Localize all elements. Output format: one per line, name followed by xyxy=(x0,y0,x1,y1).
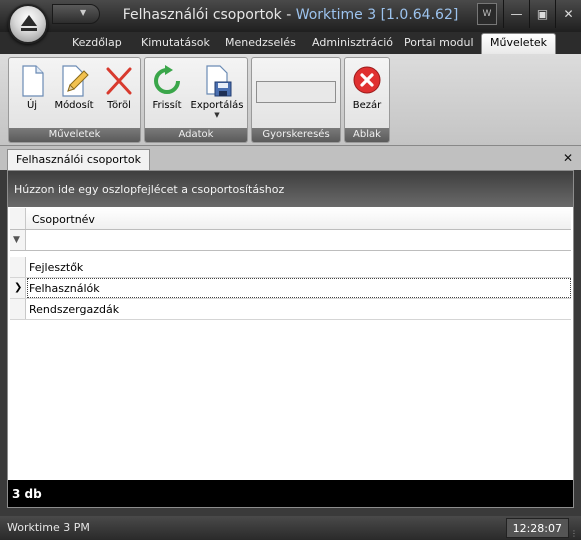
ribbon-group-adatok: Frissít Exportálás ▼ Adatok xyxy=(144,57,248,143)
new-button-label: Új xyxy=(26,100,38,111)
tab-adminisztracio[interactable]: Adminisztráció xyxy=(312,36,393,54)
row-indicator: ❯ xyxy=(10,278,26,298)
refresh-button[interactable]: Frissít xyxy=(149,60,185,128)
delete-button-label: Töröl xyxy=(107,100,131,111)
tab-menedzseles[interactable]: Menedzselés xyxy=(225,36,296,54)
document-content: Húzzon ide egy oszlopfejlécet a csoporto… xyxy=(7,170,574,508)
status-clock: 12:28:07 xyxy=(505,518,569,538)
eject-icon xyxy=(21,15,37,26)
ribbon-group-ablak: Bezár Ablak xyxy=(344,57,390,143)
close-icon[interactable]: ✕ xyxy=(563,151,573,165)
maximize-button[interactable]: ▣ xyxy=(529,0,555,28)
resize-grip-icon[interactable]: ⋮ xyxy=(570,529,579,538)
eject-bar xyxy=(21,28,37,31)
focus-rectangle xyxy=(27,278,571,298)
tab-kezdolap[interactable]: Kezdőlap xyxy=(72,36,122,54)
close-button-label: Bezár xyxy=(352,100,382,111)
grid-summary: 3 db xyxy=(8,480,573,507)
close-circle-icon xyxy=(351,64,383,98)
document-tab[interactable]: Felhasználói csoportok xyxy=(7,149,150,170)
ribbon: Új Módosít Töröl Műveletek Frissít Expor… xyxy=(0,54,581,146)
ribbon-group-label: Gyorskeresés xyxy=(252,128,340,142)
minimize-button[interactable]: — xyxy=(503,0,529,28)
edit-button-label: Módosít xyxy=(54,100,94,111)
ribbon-group-muveletek: Új Módosít Töröl Műveletek xyxy=(8,57,141,143)
row-indicator-header xyxy=(10,208,26,229)
ribbon-tab-row: Kezdőlap Kimutatások Menedzselés Adminis… xyxy=(0,32,581,54)
row-indicator xyxy=(10,257,26,277)
ribbon-group-label: Műveletek xyxy=(9,128,140,142)
export-button-label: Exportálás xyxy=(190,100,244,111)
table-row[interactable]: Fejlesztők xyxy=(10,257,571,278)
row-indicator xyxy=(10,299,26,319)
delete-x-icon xyxy=(103,64,135,98)
quick-search-input[interactable] xyxy=(256,81,336,103)
window-title-separator: - xyxy=(281,7,296,23)
status-app-name: Worktime 3 PM xyxy=(7,521,90,534)
document-tab-strip: Felhasználói csoportok ✕ xyxy=(0,146,581,170)
app-logo-icon: W xyxy=(477,3,497,25)
tab-portai-modul[interactable]: Portai modul xyxy=(404,36,474,54)
refresh-icon xyxy=(151,64,183,98)
tab-muveletek[interactable]: Műveletek xyxy=(481,33,557,54)
close-window-button[interactable]: ✕ xyxy=(555,0,581,28)
filter-icon[interactable]: ▼ xyxy=(13,235,20,245)
close-button[interactable]: Bezár xyxy=(349,60,385,128)
window-title-main: Felhasználói csoportok xyxy=(122,7,282,23)
table-row[interactable]: ❯ Felhasználók xyxy=(10,278,571,299)
group-by-panel[interactable]: Húzzon ide egy oszlopfejlécet a csoporto… xyxy=(8,171,573,207)
grid-header: Csoportnév xyxy=(10,208,571,230)
refresh-button-label: Frissít xyxy=(152,100,182,111)
delete-button[interactable]: Töröl xyxy=(101,60,137,128)
data-grid: Csoportnév ▼ Fejlesztők ❯ Felhasználók R… xyxy=(10,208,571,320)
export-save-icon xyxy=(201,64,233,98)
row-indicator: ▼ xyxy=(10,230,26,250)
cell-csoportnev: Rendszergazdák xyxy=(29,303,120,316)
edit-button[interactable]: Módosít xyxy=(53,60,95,128)
column-header-csoportnev[interactable]: Csoportnév xyxy=(32,213,95,226)
window-controls: W — ▣ ✕ xyxy=(477,0,581,28)
export-button[interactable]: Exportálás ▼ xyxy=(189,60,245,128)
status-bar: Worktime 3 PM 12:28:07 ⋮ xyxy=(0,516,581,540)
window-title-app: Worktime 3 [1.0.64.62] xyxy=(295,7,459,23)
new-document-icon xyxy=(16,64,48,98)
tab-kimutatasok[interactable]: Kimutatások xyxy=(141,36,210,54)
ribbon-group-label: Ablak xyxy=(345,128,389,142)
edit-pencil-icon xyxy=(58,64,90,98)
filter-row[interactable]: ▼ xyxy=(10,230,571,251)
new-button[interactable]: Új xyxy=(15,60,49,128)
ribbon-group-label: Adatok xyxy=(145,128,247,142)
application-menu-button[interactable] xyxy=(8,4,48,44)
title-bar: ▼ Felhasználói csoportok - Worktime 3 [1… xyxy=(0,0,581,32)
row-pointer-icon: ❯ xyxy=(14,282,23,293)
chevron-down-icon[interactable]: ▼ xyxy=(189,111,245,119)
cell-csoportnev: Fejlesztők xyxy=(29,261,84,274)
table-row[interactable]: Rendszergazdák xyxy=(10,299,571,320)
ribbon-group-gyorskereses: Gyorskeresés xyxy=(251,57,341,143)
cell-csoportnev: Felhasználók xyxy=(29,282,100,295)
